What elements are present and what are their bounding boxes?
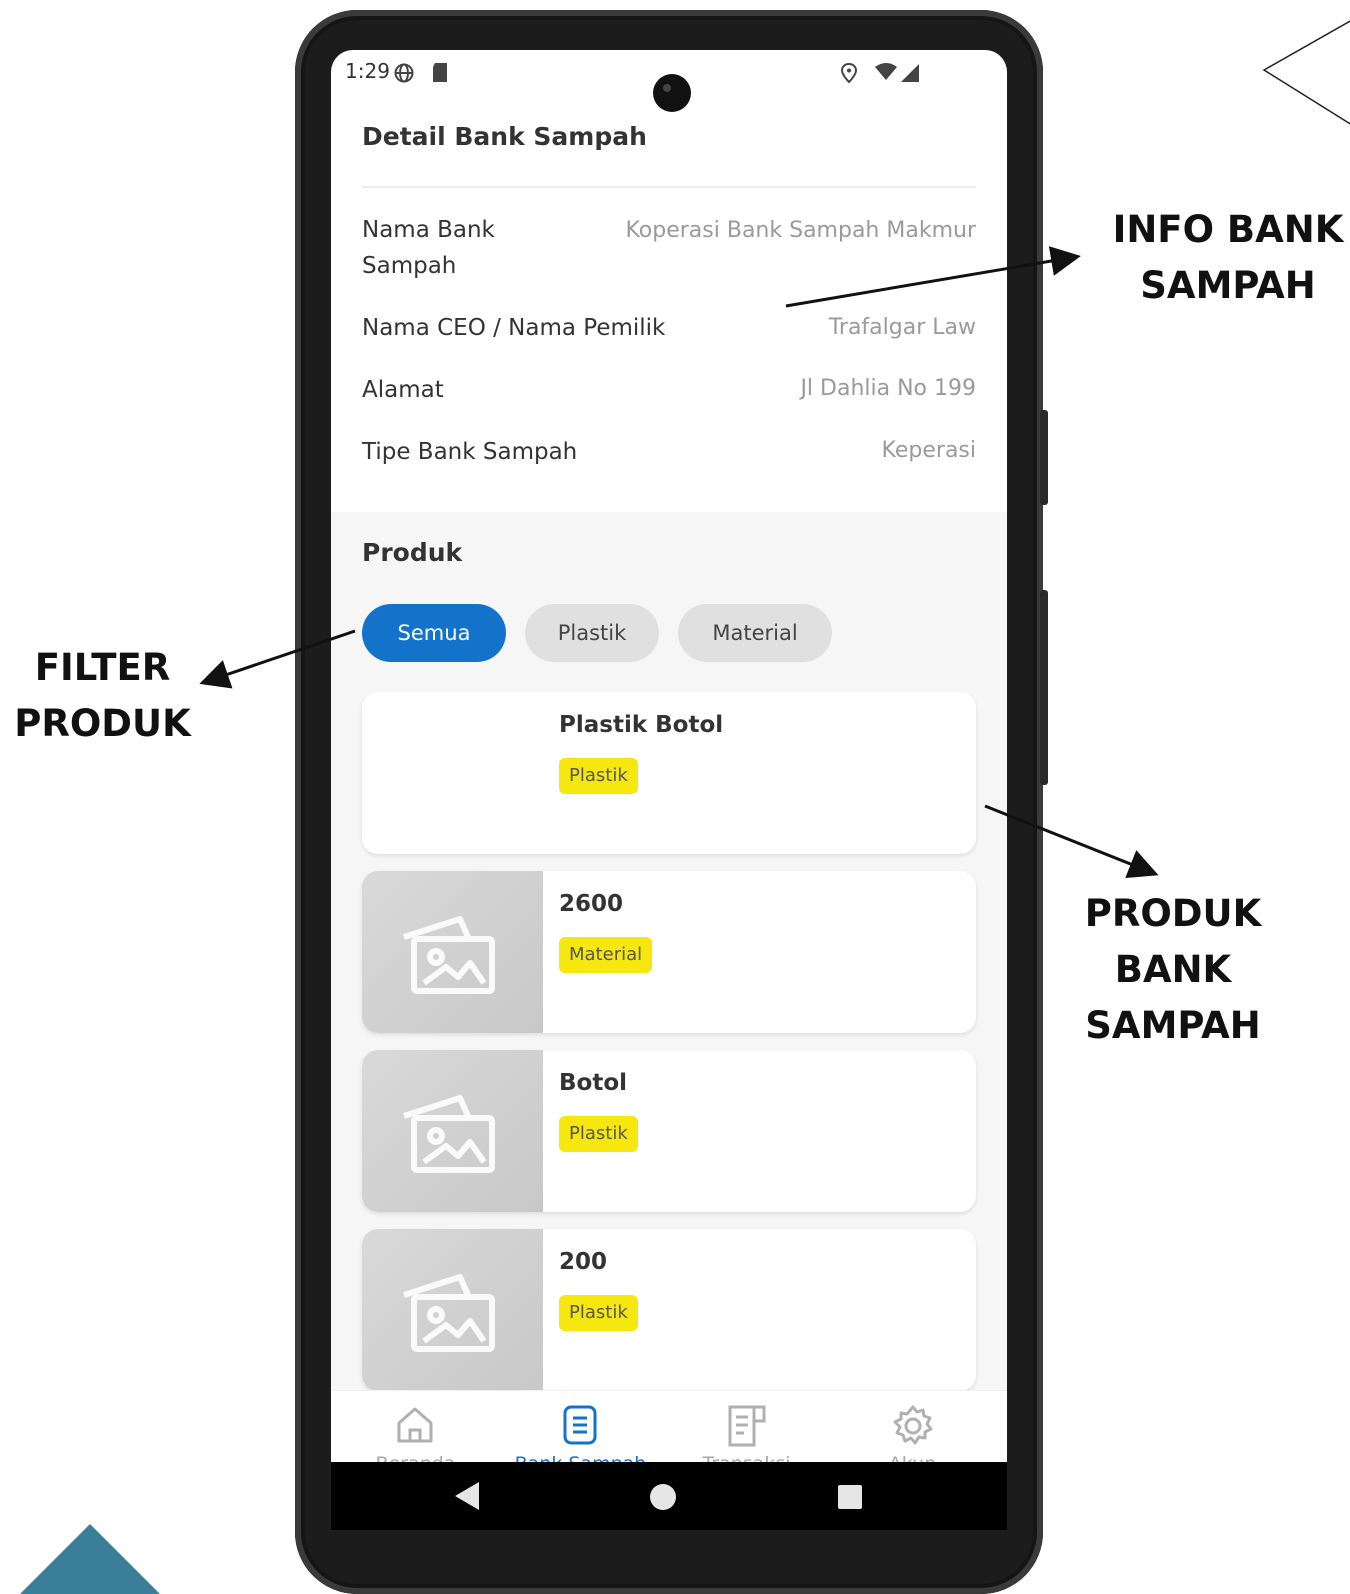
product-card[interactable]: Plastik Botol Plastik	[362, 692, 976, 854]
info-label-alamat: Alamat	[362, 377, 444, 403]
sd-card-icon	[433, 63, 447, 82]
location-pin-icon	[840, 62, 858, 84]
produk-title: Produk	[362, 538, 463, 567]
annotation-info-bank-sampah: INFO BANK SAMPAH	[1112, 208, 1344, 307]
product-card[interactable]: 200 Plastik	[362, 1229, 976, 1391]
produk-section: Produk Semua Plastik Material Plastik Bo…	[331, 512, 1007, 1430]
gear-icon	[893, 1405, 933, 1445]
filter-chip-material[interactable]: Material	[678, 604, 832, 662]
decorative-teal-triangle	[20, 1524, 160, 1594]
image-placeholder-icon	[403, 916, 495, 994]
decorative-outline-triangle	[1262, 20, 1350, 125]
wifi-icon	[875, 63, 897, 80]
app-screen: 1:29 Detail Bank Sampah Nama Bank Sampah…	[331, 50, 1007, 1515]
front-camera	[653, 74, 691, 112]
annotation-produk-bank-sampah: PRODUK BANK SAMPAH	[1084, 892, 1262, 1047]
page-title: Detail Bank Sampah	[362, 122, 647, 151]
product-name: Plastik Botol	[559, 712, 724, 738]
cell-signal-icon	[901, 64, 919, 82]
info-label-tipe: Tipe Bank Sampah	[362, 439, 578, 465]
filter-chip-semua[interactable]: Semua	[362, 604, 506, 662]
product-thumbnail	[362, 871, 543, 1033]
info-value-alamat: Jl Dahlia No 199	[800, 376, 976, 401]
document-icon	[563, 1405, 597, 1445]
info-label-nama-bank: Nama Bank Sampah	[362, 217, 495, 279]
system-nav-bar	[331, 1462, 1007, 1530]
image-placeholder-icon	[403, 1095, 495, 1173]
product-card[interactable]: 2600 Material	[362, 871, 976, 1033]
product-thumbnail	[362, 1229, 543, 1391]
title-divider	[362, 186, 976, 188]
home-icon	[397, 1407, 433, 1443]
recent-apps-icon[interactable]	[838, 1485, 862, 1509]
phone-power-button	[1040, 410, 1048, 505]
info-value-nama-bank: Koperasi Bank Sampah Makmur	[625, 218, 976, 243]
info-label-nama-ceo: Nama CEO / Nama Pemilik	[362, 315, 666, 341]
annotation-filter-produk: FILTER PRODUK	[14, 646, 191, 745]
status-time: 1:29	[345, 59, 390, 83]
product-name: 200	[559, 1249, 608, 1275]
product-category-tag: Plastik	[559, 1295, 638, 1331]
image-placeholder-icon	[403, 1274, 495, 1352]
home-circle-icon[interactable]	[650, 1484, 676, 1510]
product-category-tag: Material	[559, 937, 653, 973]
product-thumbnail	[362, 1050, 543, 1212]
back-icon[interactable]	[455, 1482, 479, 1510]
product-name: Botol	[559, 1070, 628, 1096]
info-value-tipe: Keperasi	[881, 438, 976, 463]
vpn-globe-icon	[394, 63, 414, 83]
phone-volume-button	[1040, 590, 1048, 785]
product-name: 2600	[559, 891, 624, 917]
receipt-icon	[728, 1405, 766, 1447]
product-category-tag: Plastik	[559, 758, 638, 794]
filter-chip-plastik[interactable]: Plastik	[525, 604, 659, 662]
product-card[interactable]: Botol Plastik	[362, 1050, 976, 1212]
product-category-tag: Plastik	[559, 1116, 638, 1152]
info-value-nama-ceo: Trafalgar Law	[828, 315, 976, 340]
